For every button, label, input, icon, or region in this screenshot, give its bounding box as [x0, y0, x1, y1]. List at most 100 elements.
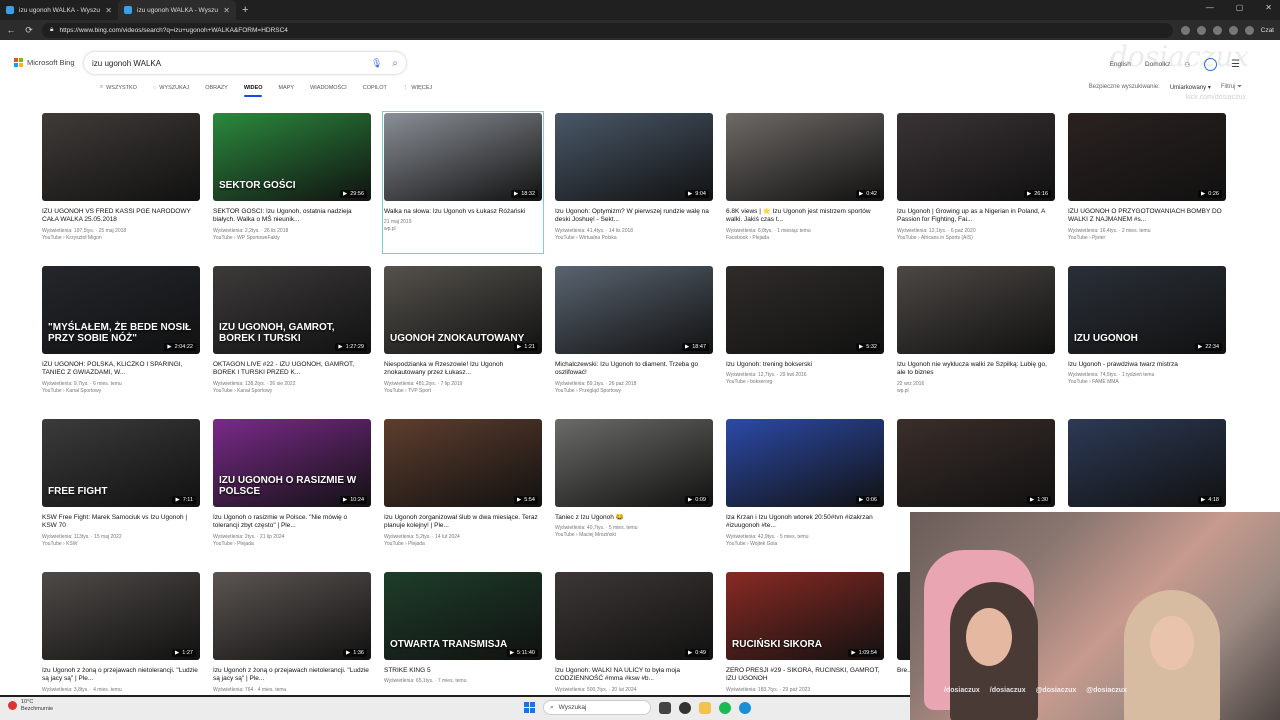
video-thumbnail[interactable]: SEKTOR GOŚCI ▶ 29:56	[213, 113, 371, 201]
video-thumbnail[interactable]: ▶ 1:36	[213, 572, 371, 660]
video-card[interactable]: IZU UGONOH, GAMROT, BOREK I TURSKI ▶ 1:27:…	[213, 266, 371, 405]
video-thumbnail[interactable]: UGONOH ZNOKAUTOWANY ▶ 1:21	[384, 266, 542, 354]
video-card[interactable]: IZU UGONOH VS FRED KASSI PGE NARODOWY CA…	[42, 113, 200, 252]
tab-images[interactable]: OBRAZY	[197, 84, 236, 95]
tab-more[interactable]: ⋮ WIĘCEJ	[395, 84, 440, 95]
video-card[interactable]: "MYŚLAŁEM, ŻE BEDE NOSIŁ PRZY SOBIE NÓŻ"…	[42, 266, 200, 405]
tab-search-1[interactable]: izu ugonoh WALKA - Wyszukaj ✕	[0, 0, 118, 20]
video-card[interactable]: ▶ 1:27 Izu Ugonoh z żoną o przejawach niet…	[42, 572, 200, 695]
rewards-link[interactable]: Domolkz	[1145, 61, 1170, 68]
video-card[interactable]: ▶ 9:04 Izu Ugonoh: Optymizm? W pierwszej r…	[555, 113, 713, 252]
video-title[interactable]: ZERO PRESJI #29 - SIKORA, RUCIŃSKI, GAMR…	[726, 667, 884, 684]
taskbar-search[interactable]: ⌕ Wyszukaj	[543, 700, 651, 715]
tab-news[interactable]: WIADOMOŚCI	[302, 84, 355, 95]
weather-widget[interactable]: 10°C Bezchmurnie	[8, 699, 53, 712]
safe-search-dropdown[interactable]: Umiarkowany ▾	[1170, 84, 1211, 91]
copilot-button[interactable]: Czat	[1261, 27, 1274, 34]
video-title[interactable]: STRIKE KING 5	[384, 667, 542, 675]
video-title[interactable]: Izu Ugonoh | Growing up as a Nigerian in…	[897, 208, 1055, 225]
user-icon[interactable]: ⚇	[1184, 61, 1190, 69]
video-title[interactable]: Izu Ugonoh - prawdziwa twarz mistrza	[1068, 361, 1226, 369]
video-thumbnail[interactable]: ▶ 4:18	[1068, 419, 1226, 507]
video-card[interactable]: RUCIŃSKI SIKORA ▶ 1:09:54 ZERO PRESJI #29 -…	[726, 572, 884, 695]
extension-icon[interactable]	[1196, 25, 1206, 35]
video-thumbnail[interactable]: "MYŚLAŁEM, ŻE BEDE NOSIŁ PRZY SOBIE NÓŻ"…	[42, 266, 200, 354]
video-title[interactable]: OKTAGON LIVE #22 - IZU UGONOH, GAMROT, B…	[213, 361, 371, 378]
video-card[interactable]: ▶ 0:06 Iza Krzan i Izu Ugonoh wtorek 20:50…	[726, 419, 884, 558]
video-title[interactable]: SEKTOR GOŚCI: Izu Ugonoh, ostatnia nadzi…	[213, 208, 371, 225]
video-title[interactable]: Izu Ugonoh nie wyklucza walki ze Szpilką…	[897, 361, 1055, 378]
collections-icon[interactable]	[1212, 25, 1222, 35]
tab-copilot[interactable]: COPILOT	[355, 84, 395, 95]
video-thumbnail[interactable]: ▶ 26:16	[897, 113, 1055, 201]
video-card[interactable]: ▶ 0:09 Taniec z Izu Ugonoh 😂 Wyświetlenia: …	[555, 419, 713, 558]
video-thumbnail[interactable]: ▶ 5:54	[384, 419, 542, 507]
rewards-icon[interactable]	[1204, 58, 1218, 71]
video-card[interactable]: ▶ 1:36 Izu Ugonoh z żoną o przejawach niet…	[213, 572, 371, 695]
hamburger-menu-icon[interactable]: ☰	[1231, 59, 1240, 70]
video-card[interactable]: ▶ 18:32 Walka na słowa: Izu Ugonoh vs Łuka…	[382, 111, 544, 254]
video-card[interactable]: ▶ 5:54 Izu Ugonoh zorganizował ślub w dwa …	[384, 419, 542, 558]
video-title[interactable]: Walka na słowa: Izu Ugonoh vs Łukasz Róż…	[384, 208, 542, 216]
video-title[interactable]: Niespodzianka w Rzeszowie! Izu Ugonoh zn…	[384, 361, 542, 378]
language-link[interactable]: English	[1110, 61, 1131, 68]
video-thumbnail[interactable]: ▶ 9:04	[555, 113, 713, 201]
video-title[interactable]: Izu Ugonoh: trening bokserski	[726, 361, 884, 369]
search-input[interactable]: izu ugonoh WALKA	[92, 59, 371, 68]
video-thumbnail[interactable]	[897, 266, 1055, 354]
video-title[interactable]: Izu Ugonoh z żoną o przejawach nietolera…	[213, 667, 371, 684]
video-thumbnail[interactable]: IZU UGONOH ▶ 22:34	[1068, 266, 1226, 354]
tab-videos[interactable]: WIDEO	[236, 84, 271, 97]
video-card[interactable]: OTWARTA TRANSMISJA ▶ 5:11:40 STRIKE KING 5 W…	[384, 572, 542, 695]
windows-start-icon[interactable]	[524, 702, 535, 713]
close-tab-icon[interactable]: ✕	[105, 6, 112, 15]
video-title[interactable]: KSW Free Fight: Marek Samociuk vs Izu Ug…	[42, 514, 200, 531]
video-title[interactable]: Izu Ugonoh z żoną o przejawach nietolera…	[42, 667, 200, 684]
video-card[interactable]: SEKTOR GOŚCI ▶ 29:56 SEKTOR GOŚCI: Izu Ugon…	[213, 113, 371, 252]
video-title[interactable]: Izu Ugonoh: WALKI NA ULICY to była moja …	[555, 667, 713, 684]
obs-icon[interactable]	[679, 701, 691, 714]
video-card[interactable]: UGONOH ZNOKAUTOWANY ▶ 1:21 Niespodzianka w …	[384, 266, 542, 405]
reload-icon[interactable]: ⟳	[24, 25, 34, 36]
video-thumbnail[interactable]: OTWARTA TRANSMISJA ▶ 5:11:40	[384, 572, 542, 660]
video-thumbnail[interactable]: ▶ 0:06	[726, 419, 884, 507]
video-thumbnail[interactable]: ▶ 0:09	[555, 419, 713, 507]
video-card[interactable]: ▶ 0:42 6.8K views | ⭐ Izu Ugonoh jest mist…	[726, 113, 884, 252]
video-thumbnail[interactable]: ▶ 18:47	[555, 266, 713, 354]
tab-all[interactable]: ⌕ WSZYSTKO	[92, 84, 145, 95]
maximize-icon[interactable]: ▢	[1236, 3, 1244, 12]
video-thumbnail[interactable]: ▶ 0:42	[726, 113, 884, 201]
profile-icon[interactable]	[1228, 25, 1238, 35]
video-title[interactable]: Izu Ugonoh: Optymizm? W pierwszej rundzi…	[555, 208, 713, 225]
video-title[interactable]: Izu Ugonoh o rasizmie w Polsce. "Nie mów…	[213, 514, 371, 531]
address-bar[interactable]: 🔒︎ https://www.bing.com/videos/search?q=…	[42, 22, 1173, 38]
tab-search[interactable]: ◌ WYSZUKAJ	[145, 84, 197, 95]
minimize-icon[interactable]: —	[1206, 3, 1214, 12]
video-card[interactable]: FREE FIGHT ▶ 7:11 KSW Free Fight: Marek Sam…	[42, 419, 200, 558]
search-icon[interactable]: ⌕	[392, 58, 398, 69]
video-thumbnail[interactable]: IZU UGONOH O RASIZMIE W POLSCE ▶ 10:24	[213, 419, 371, 507]
video-card[interactable]: IZU UGONOH ▶ 22:34 Izu Ugonoh - prawdziwa t…	[1068, 266, 1226, 405]
spotify-icon[interactable]	[719, 701, 731, 714]
video-thumbnail[interactable]: IZU UGONOH, GAMROT, BOREK I TURSKI ▶ 1:27:…	[213, 266, 371, 354]
video-thumbnail[interactable]: ▶ 1:27	[42, 572, 200, 660]
video-title[interactable]: IZU UGONOH O PRZYGOTOWANIACH BOMBY DO WA…	[1068, 208, 1226, 225]
video-card[interactable]: ▶ 5:32 Izu Ugonoh: trening bokserski Wyświe…	[726, 266, 884, 405]
video-card[interactable]: ▶ 0:26 IZU UGONOH O PRZYGOTOWANIACH BOMBY …	[1068, 113, 1226, 252]
filter-button[interactable]: Filtruj ⏷	[1221, 84, 1242, 91]
video-thumbnail[interactable]: ▶ 0:26	[1068, 113, 1226, 201]
favorite-icon[interactable]	[1180, 25, 1190, 35]
video-thumbnail[interactable]: ▶ 0:49	[555, 572, 713, 660]
video-card[interactable]: ▶ 18:47 Michalczewski: Izu Ugonoh to diame…	[555, 266, 713, 405]
video-card[interactable]: ▶ 26:16 Izu Ugonoh | Growing up as a Niger…	[897, 113, 1055, 252]
video-title[interactable]: IZU UGONOH: POLSKA, KLICZKO I SPARINGI, …	[42, 361, 200, 378]
video-title[interactable]: 6.8K views | ⭐ Izu Ugonoh jest mistrzem …	[726, 208, 884, 225]
bing-logo[interactable]: Microsoft Bing	[14, 58, 75, 67]
video-thumbnail[interactable]: ▶ 18:32	[384, 113, 542, 201]
video-card[interactable]: Izu Ugonoh nie wyklucza walki ze Szpilką…	[897, 266, 1055, 405]
video-title[interactable]: Michalczewski: Izu Ugonoh to diament. Tr…	[555, 361, 713, 378]
file-explorer-icon[interactable]	[699, 701, 711, 714]
video-thumbnail[interactable]: ▶ 5:32	[726, 266, 884, 354]
video-title[interactable]: Taniec z Izu Ugonoh 😂	[555, 514, 713, 522]
search-box[interactable]: izu ugonoh WALKA 🎙︎ ⌕	[84, 52, 406, 74]
